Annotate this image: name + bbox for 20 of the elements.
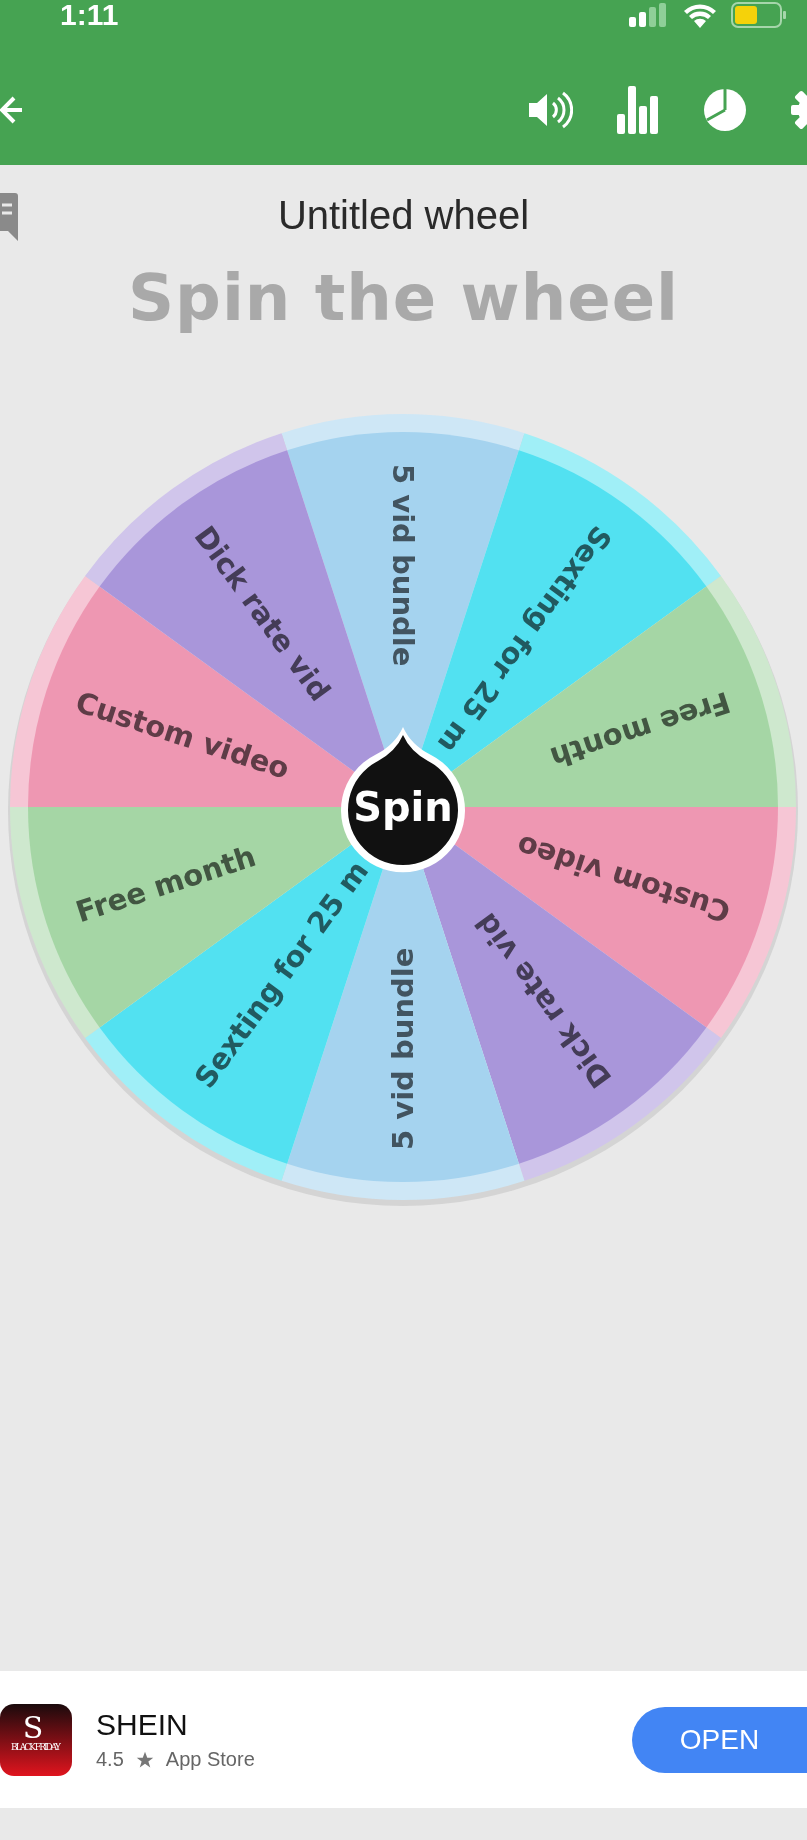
- segment-label: 5 vid bundle: [386, 464, 420, 667]
- app-rating: 4.5: [96, 1748, 124, 1771]
- pie-chart-icon[interactable]: [703, 88, 747, 132]
- segment-label: Free month: [71, 839, 260, 930]
- signal-icon: [629, 3, 669, 27]
- bookmark-icon[interactable]: [0, 193, 18, 241]
- wifi-icon: [683, 2, 717, 28]
- star-icon: [135, 1750, 154, 1769]
- wheel-title: Untitled wheel: [277, 192, 530, 238]
- segment-label: 5 vid bundle: [386, 947, 420, 1150]
- app-icon[interactable]: S BLACK FRIDAY: [0, 1703, 72, 1776]
- open-button[interactable]: OPEN: [632, 1706, 807, 1773]
- status-time: 1:11: [60, 0, 119, 32]
- app-name: SHEIN: [96, 1708, 189, 1742]
- segment-label: Free month: [546, 684, 735, 775]
- speaker-icon[interactable]: [527, 90, 573, 130]
- battery-icon: [731, 2, 787, 28]
- store-name: App Store: [165, 1748, 255, 1771]
- bar-chart-icon[interactable]: [617, 86, 659, 134]
- heading: Spin the wheel: [127, 261, 680, 335]
